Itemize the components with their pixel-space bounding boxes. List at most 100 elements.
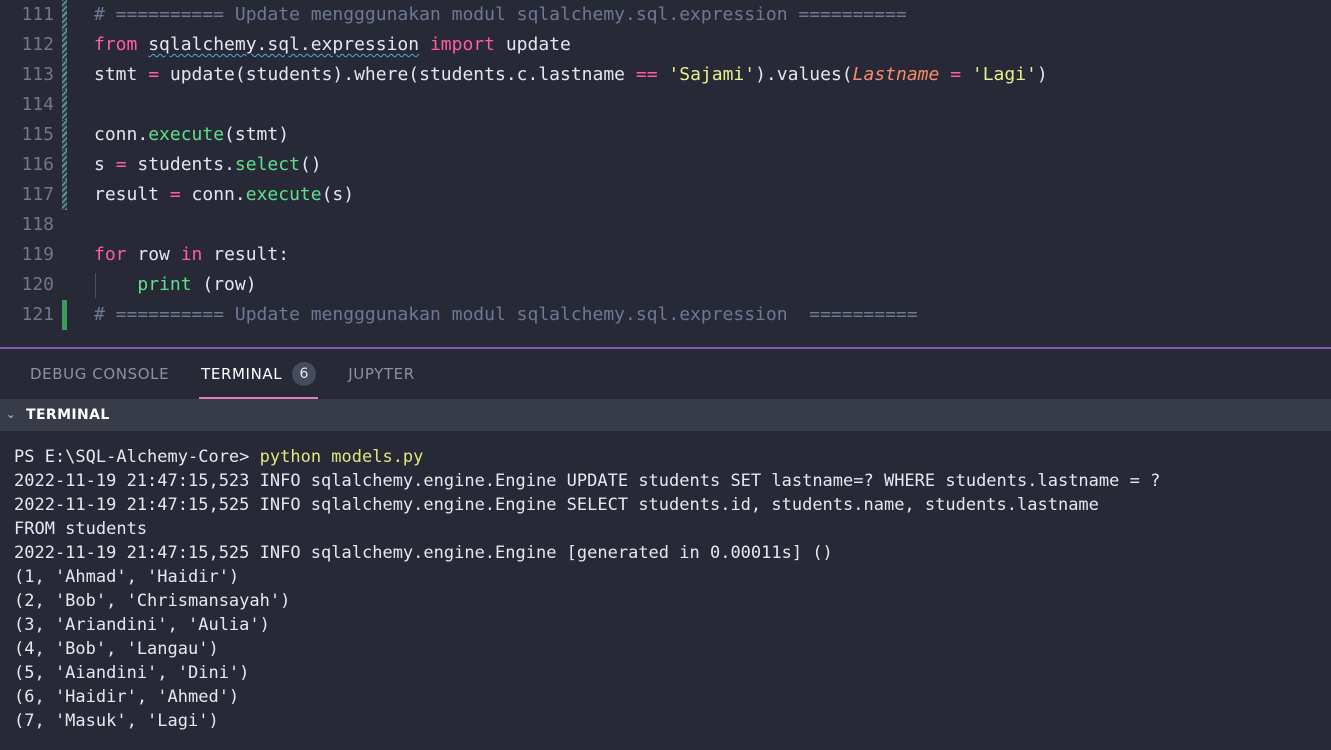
code-token: result: bbox=[202, 244, 290, 265]
code-token: from bbox=[94, 34, 149, 55]
gutter-change-marker-modified[interactable] bbox=[62, 30, 67, 60]
bottom-panel: DEBUG CONSOLE TERMINAL 6 JUPYTER ⌄ TERMINAL… bbox=[0, 347, 1331, 750]
code-token: = bbox=[169, 184, 181, 205]
tab-badge-count: 6 bbox=[292, 362, 317, 386]
code-token: (stmt) bbox=[224, 124, 290, 145]
code-line-text: from sqlalchemy.sql.expression import up… bbox=[94, 30, 571, 60]
code-token: update(students).where(students.c.lastna… bbox=[159, 64, 636, 85]
code-token: 'Sajami' bbox=[668, 64, 756, 85]
tab-debug-console[interactable]: DEBUG CONSOLE bbox=[14, 349, 185, 399]
tab-jupyter[interactable]: JUPYTER bbox=[332, 349, 431, 399]
terminal-line: (5, 'Aiandini', 'Dini') bbox=[14, 661, 1331, 685]
code-line-text: conn.execute(stmt) bbox=[94, 120, 289, 150]
tab-terminal[interactable]: TERMINAL 6 bbox=[185, 349, 332, 399]
code-line-text: for row in result: bbox=[94, 240, 289, 270]
gutter-change-marker-added[interactable] bbox=[62, 300, 67, 330]
gutter-change-marker-modified[interactable] bbox=[62, 60, 67, 90]
code-token: import bbox=[429, 34, 495, 55]
code-token: # ========== Update mengggunakan modul s… bbox=[94, 304, 918, 325]
terminal-line: 2022-11-19 21:47:15,525 INFO sqlalchemy.… bbox=[14, 493, 1331, 517]
terminal-output[interactable]: PS E:\SQL-Alchemy-Core> python models.py… bbox=[0, 431, 1331, 750]
code-line[interactable]: 113 stmt = update(students).where(student… bbox=[0, 60, 1331, 90]
terminal-line: (6, 'Haidir', 'Ahmed') bbox=[14, 685, 1331, 709]
code-token: (row) bbox=[191, 274, 257, 295]
panel-tab-bar: DEBUG CONSOLE TERMINAL 6 JUPYTER bbox=[0, 349, 1331, 399]
code-line[interactable]: 117 result = conn.execute(s) bbox=[0, 180, 1331, 210]
code-line[interactable]: 115 conn.execute(stmt) bbox=[0, 120, 1331, 150]
terminal-line: (3, 'Ariandini', 'Aulia') bbox=[14, 613, 1331, 637]
terminal-line: (4, 'Bob', 'Langau') bbox=[14, 637, 1331, 661]
gutter-change-marker-modified[interactable] bbox=[62, 0, 67, 30]
code-token: print bbox=[137, 274, 192, 295]
code-line-text: print (row) bbox=[94, 270, 257, 300]
code-line[interactable]: 119 for row in result: bbox=[0, 240, 1331, 270]
terminal-text: FROM students bbox=[14, 519, 148, 539]
line-number: 113 bbox=[21, 64, 54, 85]
code-token: 'Lagi' bbox=[971, 64, 1037, 85]
code-line-text: # ========== Update mengggunakan modul s… bbox=[94, 0, 907, 30]
terminal-section-title: TERMINAL bbox=[26, 407, 110, 423]
gutter-change-marker-modified[interactable] bbox=[62, 180, 67, 210]
code-token: # ========== Update mengggunakan modul s… bbox=[94, 4, 907, 25]
code-token: sqlalchemy.sql.expression bbox=[148, 34, 420, 55]
code-token: Lastname bbox=[852, 64, 940, 85]
terminal-text: (5, 'Aiandini', 'Dini') bbox=[14, 663, 250, 683]
code-token: students. bbox=[126, 154, 235, 175]
terminal-command: python models.py bbox=[259, 447, 424, 467]
terminal-text: (1, 'Ahmad', 'Haidir') bbox=[14, 567, 240, 587]
gutter-change-marker-modified[interactable] bbox=[62, 150, 67, 180]
code-line[interactable]: 121 # ========== Update mengggunakan modu… bbox=[0, 300, 1331, 330]
code-line[interactable]: 118 bbox=[0, 210, 1331, 240]
code-token: execute bbox=[245, 184, 322, 205]
code-editor[interactable]: 111 # ========== Update mengggunakan modu… bbox=[0, 0, 1331, 347]
code-line[interactable]: 111 # ========== Update mengggunakan modu… bbox=[0, 0, 1331, 30]
terminal-text: (3, 'Ariandini', 'Aulia') bbox=[14, 615, 270, 635]
gutter-change-marker-modified[interactable] bbox=[62, 120, 67, 150]
code-token: s bbox=[94, 154, 116, 175]
terminal-text: (7, 'Masuk', 'Lagi') bbox=[14, 711, 219, 731]
line-number: 115 bbox=[21, 124, 54, 145]
code-token: ) bbox=[1036, 64, 1048, 85]
chevron-down-icon[interactable]: ⌄ bbox=[4, 407, 18, 421]
code-token: update bbox=[495, 34, 571, 55]
terminal-text: (6, 'Haidir', 'Ahmed') bbox=[14, 687, 240, 707]
code-token: in bbox=[180, 244, 203, 265]
terminal-line: (2, 'Bob', 'Chrismansayah') bbox=[14, 589, 1331, 613]
terminal-section-header[interactable]: ⌄ TERMINAL bbox=[0, 399, 1331, 431]
terminal-line: (7, 'Masuk', 'Lagi') bbox=[14, 709, 1331, 733]
code-line[interactable]: 114 bbox=[0, 90, 1331, 120]
line-number: 116 bbox=[21, 154, 54, 175]
line-number: 117 bbox=[21, 184, 54, 205]
terminal-line: 2022-11-19 21:47:15,523 INFO sqlalchemy.… bbox=[14, 469, 1331, 493]
code-line[interactable]: 120 print (row) bbox=[0, 270, 1331, 300]
vscode-window: 111 # ========== Update mengggunakan modu… bbox=[0, 0, 1331, 750]
code-line[interactable]: 116 s = students.select() bbox=[0, 150, 1331, 180]
line-number: 111 bbox=[21, 4, 54, 25]
terminal-line: PS E:\SQL-Alchemy-Core> python models.py bbox=[14, 445, 1331, 469]
terminal-line: (1, 'Ahmad', 'Haidir') bbox=[14, 565, 1331, 589]
code-token: == bbox=[635, 64, 658, 85]
line-number: 119 bbox=[21, 244, 54, 265]
tab-label: JUPYTER bbox=[348, 365, 415, 383]
code-token: () bbox=[299, 154, 322, 175]
code-token: = bbox=[148, 64, 160, 85]
terminal-text: PS E:\SQL-Alchemy-Core> bbox=[14, 447, 260, 467]
code-line-text: s = students.select() bbox=[94, 150, 322, 180]
line-number: 114 bbox=[21, 94, 54, 115]
code-line[interactable]: 112 from sqlalchemy.sql.expression import… bbox=[0, 30, 1331, 60]
line-number: 118 bbox=[21, 214, 54, 235]
line-number: 112 bbox=[21, 34, 54, 55]
code-token: select bbox=[234, 154, 300, 175]
code-token: for bbox=[94, 244, 127, 265]
tab-label: DEBUG CONSOLE bbox=[30, 365, 170, 383]
code-token: conn. bbox=[94, 124, 149, 145]
line-number: 120 bbox=[21, 274, 54, 295]
gutter-change-marker-modified[interactable] bbox=[62, 90, 67, 120]
code-token: = bbox=[950, 64, 962, 85]
code-token: row bbox=[126, 244, 181, 265]
code-token: execute bbox=[148, 124, 225, 145]
